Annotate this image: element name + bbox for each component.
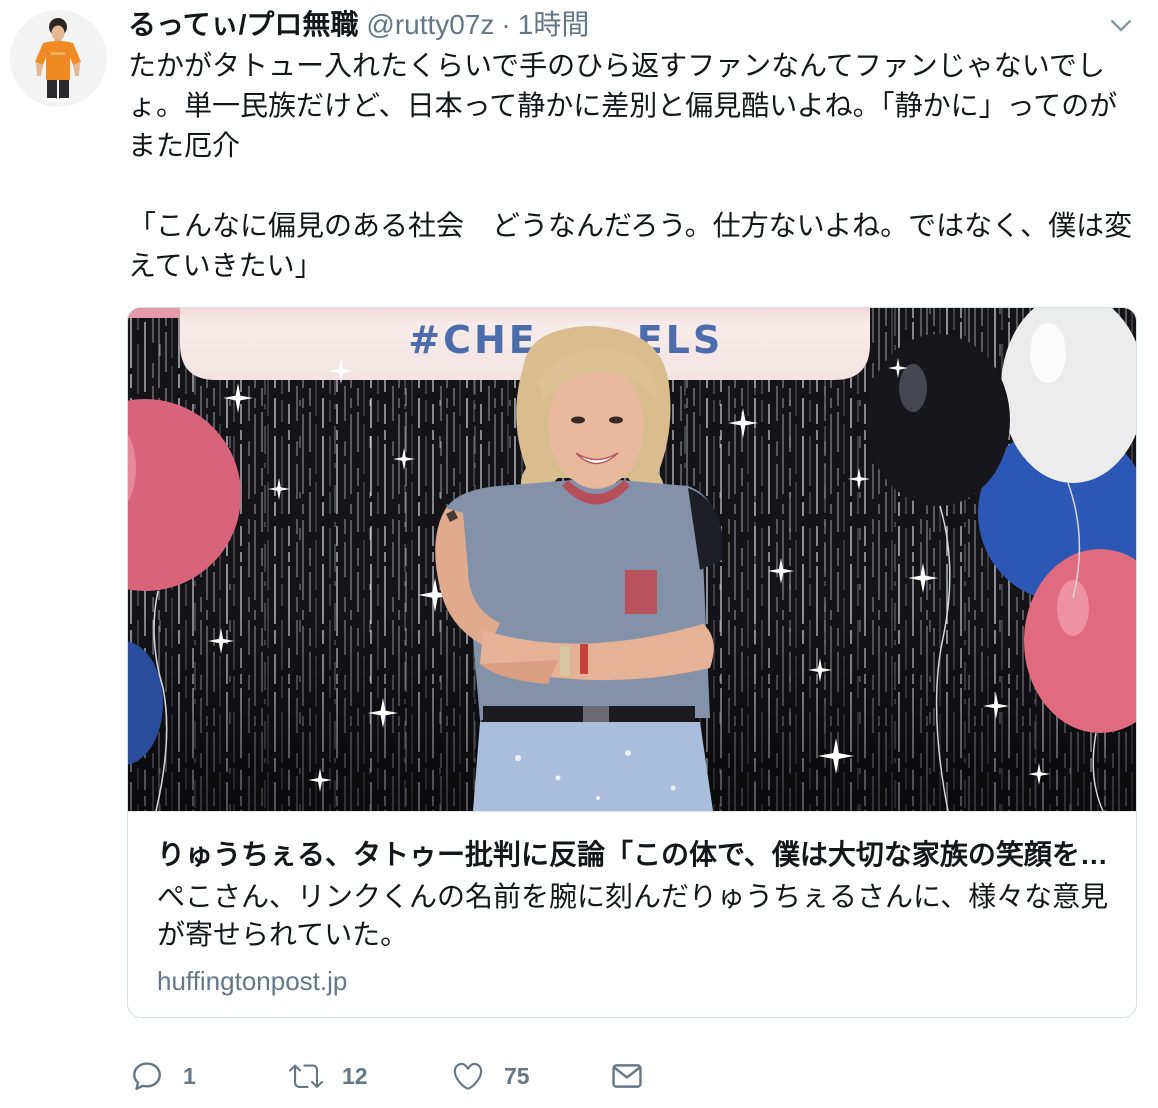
photo-banner: #CHE ELS (128, 308, 870, 380)
reply-count: 1 (183, 1062, 196, 1089)
tweet-menu-button[interactable] (1106, 10, 1136, 40)
heart-icon (453, 1062, 483, 1090)
tweet-text-paragraph: たかがタトュー入れたくらいで手のひら返すファンなんてファンじゃないでしょ。単一民… (128, 50, 1118, 161)
avatar-image (10, 10, 107, 107)
retweet-icon (289, 1064, 323, 1088)
card-photo[interactable]: #CHE ELS (128, 308, 1136, 812)
card-body: りゅうちぇる、タトゥー批判に反論「この体で、僕は大切な家族の笑顔を… ぺこさん、… (157, 835, 1119, 1001)
card-title[interactable]: りゅうちぇる、タトゥー批判に反論「この体で、僕は大切な家族の笑顔を… (157, 835, 1119, 875)
author-avatar[interactable] (10, 10, 107, 107)
chevron-down-icon (1111, 20, 1131, 32)
retweet-count: 12 (342, 1062, 368, 1089)
reply-button[interactable]: 1 (130, 1058, 196, 1094)
tweet-header: るってぃ/プロ無職 @rutty07z · 1時間 (128, 5, 589, 45)
card-description: ぺこさん、リンクくんの名前を腕に刻んだりゅうちぇるさんに、様々な意見が寄せられて… (157, 881, 1109, 950)
like-count: 75 (504, 1062, 530, 1089)
card-domain: huffingtonpost.jp (157, 966, 348, 996)
tweet-text-paragraph: 「こんなに偏見のある社会 どうなんだろう。仕方ないよね。ではなく、僕は変えていき… (128, 210, 1133, 281)
direct-message-button[interactable] (610, 1058, 644, 1094)
tweet-text: たかがタトュー入れたくらいで手のひら返すファンなんてファンじゃないでしょ。単一民… (128, 46, 1140, 286)
reply-icon (133, 1062, 161, 1090)
like-button[interactable]: 75 (451, 1058, 530, 1094)
author-handle[interactable]: @rutty07z (366, 9, 494, 40)
link-card[interactable]: #CHE ELS りゅうちぇる、タトゥー批判に反論「この体で、僕は大切な家族の笑… (127, 307, 1137, 1018)
banner-text: #CHE (408, 318, 538, 362)
tweet-timestamp[interactable]: 1時間 (518, 9, 590, 40)
envelope-icon (612, 1064, 642, 1088)
header-separator: · (501, 9, 511, 40)
author-name[interactable]: るってぃ/プロ無職 (128, 9, 358, 40)
balloon (866, 334, 1010, 506)
retweet-button[interactable]: 12 (289, 1058, 368, 1094)
